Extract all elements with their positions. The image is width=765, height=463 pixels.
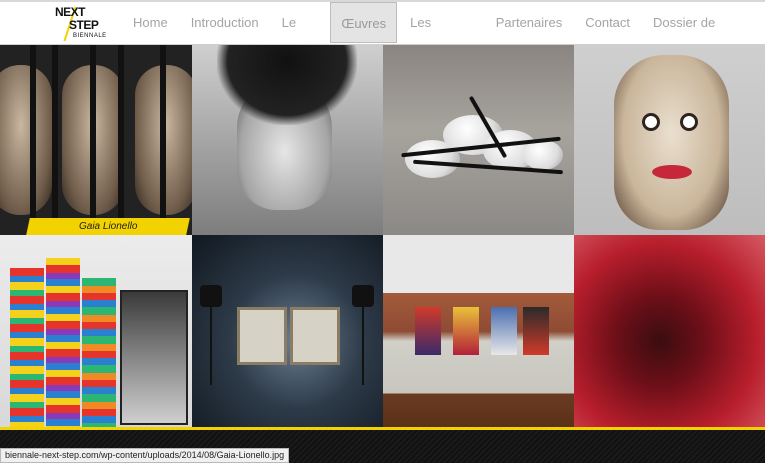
artwork-image — [383, 235, 574, 428]
artwork-image — [192, 235, 383, 428]
artwork-caption[interactable]: Gaia Lionello — [26, 218, 190, 235]
artwork-streak — [52, 45, 58, 235]
artwork-streak — [118, 45, 124, 235]
artwork-paint-stack — [46, 258, 80, 428]
artwork-image — [383, 45, 574, 235]
nav-partenaires[interactable]: Partenaires — [486, 2, 572, 43]
logo-line-2: STEP — [69, 18, 99, 32]
artwork-mouth — [652, 165, 692, 179]
artwork-tile-3[interactable] — [383, 45, 574, 235]
artwork-streak — [90, 45, 96, 235]
artwork-tile-6[interactable] — [192, 235, 383, 428]
artwork-poster — [523, 307, 549, 355]
artwork-egg-shape — [523, 140, 563, 170]
nav-introduction[interactable]: Introduction — [181, 2, 269, 43]
artwork-tile-5[interactable] — [0, 235, 192, 428]
artwork-paint-stack — [82, 278, 116, 428]
artwork-photo-frame — [237, 307, 287, 365]
artwork-image — [0, 45, 192, 235]
logo-line-3: BIENNALE — [73, 33, 107, 39]
artwork-eye — [642, 113, 660, 131]
artwork-tile-2[interactable] — [192, 45, 383, 235]
biennale-logo[interactable]: NEXT STEP BIENNALE — [55, 5, 107, 43]
artwork-tile-gaia-lionello[interactable]: Gaia Lionello — [0, 45, 192, 235]
top-navigation-bar: NEXT STEP BIENNALE Home Introduction Le … — [0, 0, 765, 71]
artwork-photo-frame — [290, 307, 340, 365]
artwork-tile-7[interactable] — [383, 235, 574, 428]
artwork-poster — [453, 307, 479, 355]
nav-contact[interactable]: Contact — [575, 2, 640, 43]
nav-oeuvres[interactable]: Œuvres — [330, 2, 398, 43]
artwork-face-shape — [0, 65, 52, 215]
artwork-image — [0, 235, 192, 428]
artwork-portrait-hair — [217, 45, 357, 125]
artwork-image — [574, 235, 765, 428]
artwork-studio-lamp — [352, 285, 374, 307]
nav-les-artistes[interactable]: Les Artistes — [400, 2, 483, 71]
artwork-paint-stack — [10, 268, 44, 428]
artwork-poster — [491, 307, 517, 355]
nav-dossier-de-presse[interactable]: Dossier de Presse — [643, 2, 762, 71]
artwork-image — [574, 45, 765, 235]
artwork-caption-text: Gaia Lionello — [78, 221, 138, 232]
artwork-gallery: Gaia Lionello — [0, 45, 765, 428]
browser-status-bar: biennale-next-step.com/wp-content/upload… — [0, 448, 290, 463]
artwork-studio-lamp — [200, 285, 222, 307]
artwork-tripod — [210, 305, 212, 385]
artwork-image — [192, 45, 383, 235]
artwork-streak — [30, 45, 36, 235]
logo-line-1: NEXT — [55, 5, 86, 19]
artwork-eye — [680, 113, 698, 131]
artwork-slot-machine — [120, 290, 188, 425]
nav-le-lieu[interactable]: Le lieu — [272, 2, 328, 71]
nav-home[interactable]: Home — [123, 2, 178, 43]
artwork-streak — [160, 45, 166, 235]
artwork-tripod — [362, 305, 364, 385]
artwork-painted-face — [614, 55, 729, 230]
artwork-tile-8[interactable] — [574, 235, 765, 428]
main-menu: Home Introduction Le lieu Œuvres Les Art… — [123, 2, 765, 71]
artwork-tile-4[interactable] — [574, 45, 765, 235]
artwork-poster — [415, 307, 441, 355]
